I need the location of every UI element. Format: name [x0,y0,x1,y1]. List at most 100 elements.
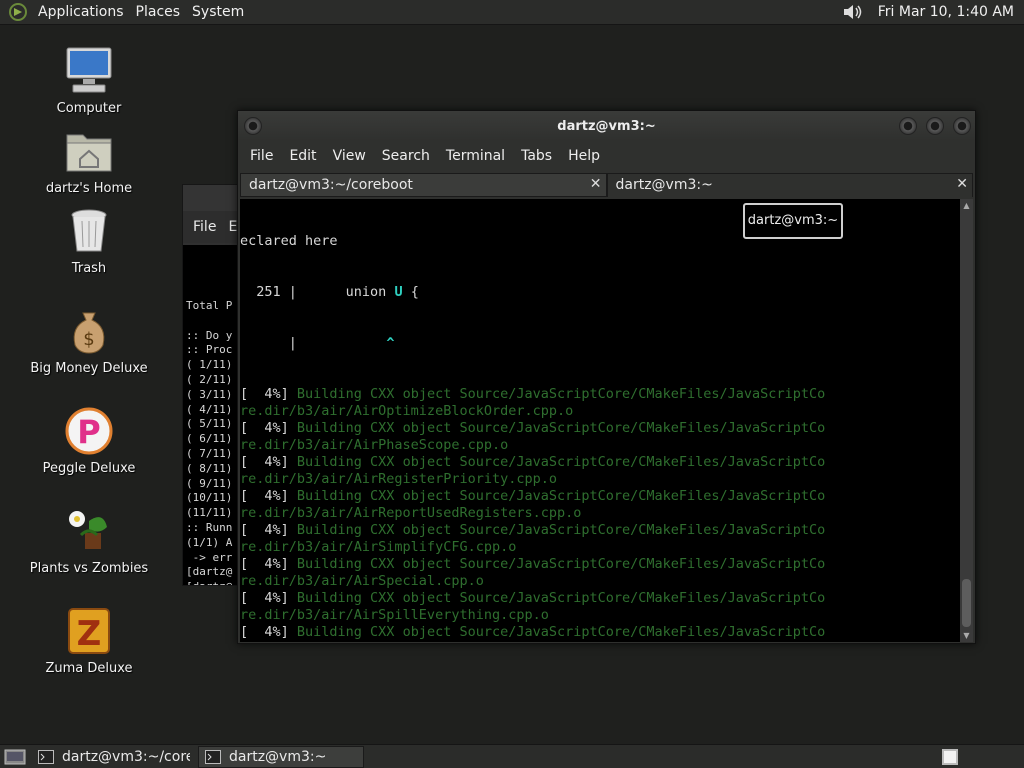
window-titlebar[interactable]: dartz@vm3:~ [238,111,975,141]
money-bag-icon: $ [73,312,105,354]
desktop-icon-home[interactable]: dartz's Home [14,125,164,196]
build-progress: [ 4%] [240,420,297,436]
clock[interactable]: Fri Mar 10, 1:40 AM [872,4,1020,20]
trash-icon [71,209,107,252]
desktop-icon-label: Zuma Deluxe [45,661,133,676]
taskbar-item-coreboot[interactable]: dartz@vm3:~/coreb... [32,745,196,768]
desktop-icon-peggle[interactable]: P Peggle Deluxe [14,405,164,476]
bottom-panel: dartz@vm3:~/coreb... dartz@vm3:~ [0,744,1024,768]
tab-label: dartz@vm3:~/coreboot [249,177,413,193]
build-path: re.dir/b3/air/AirSimplifyCFG.cpp.o [240,539,517,555]
build-path: re.dir/b3/air/AirStackSlot.cpp.o [240,641,960,642]
desktop-icon-label: Peggle Deluxe [42,461,136,476]
build-progress: [ 4%] [240,556,297,572]
build-line: [ 4%] Building CXX object Source/JavaScr… [240,420,960,437]
desktop-icon-zuma[interactable]: Z Zuma Deluxe [14,605,164,676]
menu-file[interactable]: File [242,148,281,164]
terminal-scrollbar[interactable]: ▲ ▼ [960,199,973,642]
bg-menu-file[interactable]: File [193,219,216,235]
build-progress: [ 4%] [240,624,297,640]
build-line: [ 4%] Building CXX object Source/JavaScr… [240,624,960,641]
menu-help[interactable]: Help [560,148,608,164]
build-progress: [ 4%] [240,522,297,538]
terminal-icon [38,749,54,764]
terminal-output[interactable]: eclared here 251 | union U { | ^ [ 4%] B… [240,199,960,642]
build-path: re.dir/b3/air/AirSpecial.cpp.o [240,573,484,589]
tab-label: dartz@vm3:~ [615,177,713,193]
scroll-up-icon[interactable]: ▲ [960,201,973,210]
tab-bar: dartz@vm3:~/coreboot ✕ dartz@vm3:~ ✕ [240,173,973,197]
desktop-icon-label: Computer [56,101,122,116]
build-progress: [ 4%] [240,590,297,606]
peggle-icon: P [65,407,113,455]
menu-search[interactable]: Search [374,148,438,164]
close-icon[interactable] [953,117,971,135]
window-title: dartz@vm3:~ [557,118,656,134]
build-message: Building CXX object Source/JavaScriptCor… [296,420,826,436]
zuma-icon: Z [68,608,110,654]
desktop-icon-trash[interactable]: Trash [14,205,164,276]
minimize-icon[interactable] [899,117,917,135]
build-line: [ 4%] Building CXX object Source/JavaScr… [240,454,960,471]
places-menu[interactable]: Places [130,4,187,20]
svg-text:P: P [77,413,100,451]
terminal-line: | ^ [240,335,960,352]
build-line: [ 4%] Building CXX object Source/JavaScr… [240,590,960,607]
build-path: re.dir/b3/air/AirReportUsedRegisters.cpp… [240,505,582,521]
desktop-icon-label: Trash [71,261,107,276]
caret-marker: ^ [386,335,395,351]
gnome-foot-icon[interactable] [8,2,28,22]
system-menu[interactable]: System [186,4,250,20]
build-path: re.dir/b3/air/AirRegisterPriority.cpp.o [240,471,557,487]
svg-text:Z: Z [77,614,102,654]
menu-edit[interactable]: Edit [281,148,324,164]
menu-terminal[interactable]: Terminal [438,148,513,164]
top-panel: Applications Places System Fri Mar 10, 1… [0,0,1024,25]
desktop-icon-big-money[interactable]: $ Big Money Deluxe [14,305,164,376]
build-progress: [ 4%] [240,488,297,504]
volume-icon[interactable] [842,2,864,22]
workspace-switcher[interactable] [942,748,958,765]
tab-close-icon[interactable]: ✕ [956,176,968,192]
desktop-icon-label: Big Money Deluxe [30,361,148,376]
build-message: Building CXX object Source/JavaScriptCor… [296,488,826,504]
maximize-icon[interactable] [926,117,944,135]
menu-view[interactable]: View [325,148,374,164]
tab-home[interactable]: dartz@vm3:~ ✕ [606,173,973,197]
desktop-icon-computer[interactable]: Computer [14,45,164,116]
build-line: [ 4%] Building CXX object Source/JavaScr… [240,488,960,505]
build-message: Building CXX object Source/JavaScriptCor… [296,556,826,572]
build-path: re.dir/b3/air/AirOptimizeBlockOrder.cpp.… [240,403,574,419]
scrollbar-thumb[interactable] [962,579,971,627]
build-path: re.dir/b3/air/AirPhaseScope.cpp.o [240,437,509,453]
taskbar-item-home[interactable]: dartz@vm3:~ [198,745,364,768]
svg-text:$: $ [83,329,94,350]
computer-icon [66,47,112,93]
build-message: Building CXX object Source/JavaScriptCor… [296,590,826,606]
scroll-down-icon[interactable]: ▼ [960,631,973,640]
terminal-icon [205,749,221,764]
terminal-line: eclared here [240,233,338,249]
taskbar-label: dartz@vm3:~ [229,748,327,765]
menu-tabs[interactable]: Tabs [513,148,560,164]
build-output: [ 4%] Building CXX object Source/JavaScr… [240,386,960,642]
bg-menu-edit[interactable]: E [228,219,237,235]
build-path: re.dir/b3/air/AirSpillEverything.cpp.o [240,607,549,623]
tab-coreboot[interactable]: dartz@vm3:~/coreboot ✕ [240,173,607,197]
terminal-window[interactable]: dartz@vm3:~ File Edit View Search Termin… [237,110,976,644]
build-message: Building CXX object Source/JavaScriptCor… [296,522,826,538]
show-desktop-icon[interactable] [4,748,26,766]
highlighted-token: U [394,284,403,300]
terminal-text: | [240,335,387,351]
plants-icon [69,511,107,549]
terminal-text: { [402,284,419,300]
tab-close-icon[interactable]: ✕ [590,176,602,192]
terminal-text: 251 | union [240,284,395,300]
build-line: [ 4%] Building CXX object Source/JavaScr… [240,522,960,539]
build-message: Building CXX object Source/JavaScriptCor… [296,624,826,640]
terminal-menubar: File Edit View Search Terminal Tabs Help [238,141,975,171]
desktop-icon-plants[interactable]: Plants vs Zombies [14,505,164,576]
build-line: [ 4%] Building CXX object Source/JavaScr… [240,386,960,403]
desktop-icon-label: dartz's Home [45,181,133,196]
applications-menu[interactable]: Applications [32,4,130,20]
